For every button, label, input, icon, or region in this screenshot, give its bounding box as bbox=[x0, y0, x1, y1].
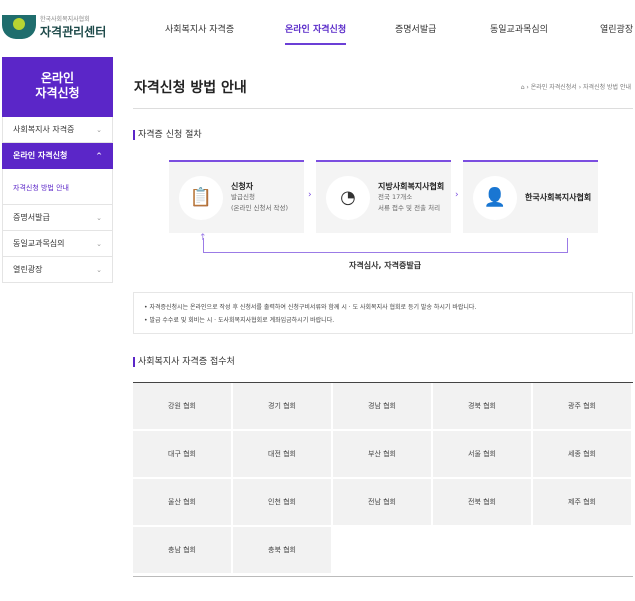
nav-course-review[interactable]: 동일교과목심의 bbox=[490, 22, 548, 35]
office-cell[interactable]: 대전 협회 bbox=[233, 431, 333, 479]
sidebar: 온라인 자격신청 사회복지사 자격증 ⌄ 온라인 자격신청 ^ 자격신청 방법 안내 … bbox=[2, 57, 113, 283]
chevron-right-icon: › bbox=[455, 190, 459, 200]
office-cell[interactable]: 전북 협회 bbox=[433, 479, 533, 527]
office-cell[interactable]: 제주 협회 bbox=[533, 479, 633, 527]
office-cell[interactable]: 강원 협회 bbox=[133, 383, 233, 431]
office-cell[interactable]: 대구 협회 bbox=[133, 431, 233, 479]
chevron-right-icon: › bbox=[308, 190, 312, 200]
office-cell[interactable]: 세종 협회 bbox=[533, 431, 633, 479]
sidebar-title-1: 온라인 bbox=[40, 71, 75, 85]
sidebar-item-online-apply[interactable]: 온라인 자격신청 ^ bbox=[2, 143, 113, 169]
pie-chart-icon: ◔ bbox=[326, 175, 370, 220]
sidebar-item-open-square[interactable]: 열린광장 ⌄ bbox=[2, 257, 113, 283]
nav-open-square[interactable]: 열린광장 bbox=[600, 22, 633, 35]
step-regional-association: ◔ 지방사회복지사협회전국 17개소서류 접수 및 전출 처리 bbox=[316, 160, 451, 233]
page-title: 자격신청 방법 안내 bbox=[134, 80, 247, 96]
chevron-up-icon: ^ bbox=[96, 151, 102, 160]
step-desc: 전국 17개소 bbox=[378, 193, 413, 201]
divider bbox=[133, 576, 633, 577]
label: 온라인 자격신청 bbox=[13, 151, 68, 160]
logo-mark-icon bbox=[2, 15, 36, 39]
return-arrow-line bbox=[203, 238, 568, 253]
step-applicant: 📋 신청자발급신청 (온라인 신청서 작성) bbox=[169, 160, 304, 233]
office-cell[interactable]: 경북 협회 bbox=[433, 383, 533, 431]
sidebar-item-certificate[interactable]: 사회복지사 자격증 ⌄ bbox=[2, 117, 113, 143]
office-cell[interactable]: 충북 협회 bbox=[233, 527, 333, 575]
office-cell[interactable]: 경남 협회 bbox=[333, 383, 433, 431]
sidebar-header: 온라인 자격신청 bbox=[2, 57, 113, 117]
sidebar-item-issuance[interactable]: 증명서발급 ⌄ bbox=[2, 205, 113, 231]
label: 증명서발급 bbox=[13, 213, 50, 222]
sidebar-sub-apply-guide[interactable]: 자격신청 방법 안내 bbox=[2, 169, 113, 205]
step-desc: (온라인 신청서 작성) bbox=[231, 204, 289, 212]
process-heading: 자격증 신청 절차 bbox=[133, 130, 202, 140]
office-cell[interactable]: 광주 협회 bbox=[533, 383, 633, 431]
logo-subtitle: 한국사회복지사협회 bbox=[40, 16, 90, 23]
chevron-down-icon: ⌄ bbox=[96, 265, 102, 274]
divider bbox=[133, 108, 633, 109]
office-cell[interactable]: 서울 협회 bbox=[433, 431, 533, 479]
office-cell[interactable]: 울산 협회 bbox=[133, 479, 233, 527]
chevron-down-icon: ⌄ bbox=[96, 213, 102, 222]
empty-cell bbox=[533, 527, 633, 575]
chevron-down-icon: ⌄ bbox=[96, 239, 102, 248]
step-desc: 발급신청 bbox=[231, 193, 255, 201]
notice-item: • 발급 수수료 및 회비는 시 · 도사회복지사협회로 계좌입금하시기 바랍니… bbox=[144, 317, 335, 324]
empty-cell bbox=[333, 527, 433, 575]
label: 동일교과목심의 bbox=[13, 239, 65, 248]
label: 사회복지사 자격증 bbox=[13, 125, 75, 134]
office-cell[interactable]: 충남 협회 bbox=[133, 527, 233, 575]
nav-issuance[interactable]: 증명서발급 bbox=[395, 22, 436, 35]
logo[interactable]: 한국사회복지사협회자격관리센터 bbox=[2, 14, 106, 40]
document-user-icon: 📋 bbox=[179, 175, 223, 220]
notice-box: • 자격증신청시는 온라인으로 작성 후 신청서를 출력하여 신청구비서류와 함… bbox=[133, 292, 633, 334]
breadcrumb[interactable]: ⌂ › 온라인 자격신청서 › 자격신청 방법 안내 bbox=[521, 82, 631, 91]
step-name: 신청자 bbox=[231, 182, 254, 191]
sidebar-item-course-review[interactable]: 동일교과목심의 ⌄ bbox=[2, 231, 113, 257]
step-name: 한국사회복지사협회 bbox=[525, 193, 592, 202]
office-cell[interactable]: 부산 협회 bbox=[333, 431, 433, 479]
person-megaphone-icon: 👤 bbox=[473, 175, 517, 220]
arrow-up-icon: ↑ bbox=[199, 233, 207, 243]
office-cell[interactable]: 경기 협회 bbox=[233, 383, 333, 431]
step-desc: 서류 접수 및 전출 처리 bbox=[378, 204, 441, 212]
return-label: 자격심사, 자격증발급 bbox=[349, 261, 422, 270]
step-name: 지방사회복지사협회 bbox=[378, 182, 445, 191]
offices-grid: 강원 협회 경기 협회 경남 협회 경북 협회 광주 협회 대구 협회 대전 협… bbox=[133, 382, 633, 575]
empty-cell bbox=[433, 527, 533, 575]
sidebar-title-2: 자격신청 bbox=[35, 86, 80, 100]
offices-heading: 사회복지사 자격증 접수처 bbox=[133, 357, 235, 367]
office-cell[interactable]: 전남 협회 bbox=[333, 479, 433, 527]
nav-certificate[interactable]: 사회복지사 자격증 bbox=[165, 22, 234, 35]
notice-item: • 자격증신청시는 온라인으로 작성 후 신청서를 출력하여 신청구비서류와 함… bbox=[144, 304, 477, 311]
office-cell[interactable]: 인천 협회 bbox=[233, 479, 333, 527]
step-korea-association: 👤 한국사회복지사협회 bbox=[463, 160, 598, 233]
nav-online-apply[interactable]: 온라인 자격신청 bbox=[285, 22, 347, 45]
label: 열린광장 bbox=[13, 265, 43, 274]
logo-title: 자격관리센터 bbox=[40, 25, 107, 39]
chevron-down-icon: ⌄ bbox=[96, 125, 102, 134]
